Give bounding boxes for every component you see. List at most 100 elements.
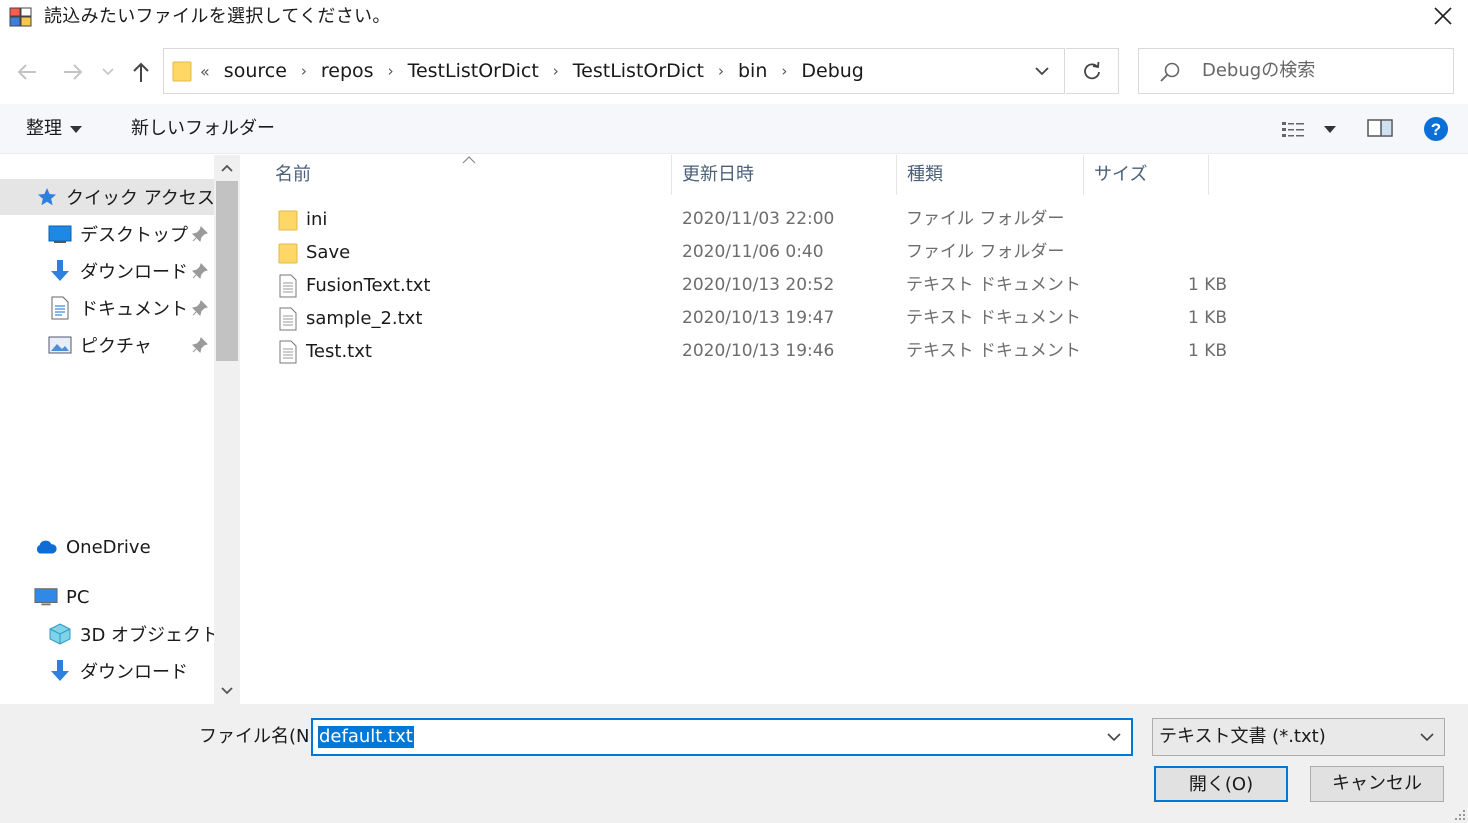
sidebar-item-quick-access[interactable]: クイック アクセス xyxy=(0,179,214,215)
app-icon xyxy=(9,7,32,27)
chevron-right-icon[interactable]: › xyxy=(781,62,787,80)
pin-icon[interactable] xyxy=(192,337,208,353)
search-input[interactable]: Debugの検索 xyxy=(1202,49,1315,93)
organize-button[interactable]: 整理 xyxy=(26,104,82,154)
sidebar-item-label: ダウンロード xyxy=(80,662,188,683)
preview-pane-button[interactable] xyxy=(1366,117,1394,141)
filename-input[interactable]: default.txt xyxy=(318,726,414,748)
sidebar-item-partial[interactable] xyxy=(48,697,188,704)
file-date: 2020/11/06 0:40 xyxy=(682,242,824,262)
file-name: FusionText.txt xyxy=(306,275,431,296)
file-type: ファイル フォルダー xyxy=(906,209,1065,229)
help-icon: ? xyxy=(1424,117,1448,141)
filename-field[interactable]: default.txt xyxy=(311,718,1133,756)
chevron-right-icon[interactable]: › xyxy=(301,62,307,80)
filename-dropdown-button[interactable] xyxy=(1099,720,1129,754)
refresh-button[interactable] xyxy=(1066,48,1119,94)
refresh-icon xyxy=(1084,61,1100,80)
preview-pane-icon xyxy=(1367,119,1393,137)
chevron-right-icon[interactable]: › xyxy=(553,62,559,80)
sidebar-item-label: OneDrive xyxy=(66,536,151,558)
address-history-dropdown[interactable] xyxy=(1020,49,1064,93)
chevron-right-icon[interactable]: › xyxy=(388,62,394,80)
sidebar-item-label: ピクチャ xyxy=(80,336,152,357)
new-folder-button[interactable]: 新しいフォルダー xyxy=(131,104,275,154)
sidebar-item-pc[interactable]: PC xyxy=(0,579,214,615)
scroll-down-button[interactable] xyxy=(214,678,240,704)
scroll-up-button[interactable] xyxy=(214,155,240,181)
breadcrumb-overflow[interactable]: « xyxy=(200,62,210,81)
resize-grip-icon[interactable] xyxy=(1454,809,1466,821)
window-title: 読込みたいファイルを選択してください。 xyxy=(44,6,391,27)
file-type: テキスト ドキュメント xyxy=(906,275,1081,295)
sidebar-item-onedrive[interactable]: OneDrive xyxy=(0,529,214,565)
close-button[interactable] xyxy=(1424,0,1462,32)
search-icon xyxy=(1160,62,1180,82)
file-type: テキスト ドキュメント xyxy=(906,341,1081,361)
forward-button[interactable] xyxy=(58,56,88,88)
sidebar-item-label: クイック アクセス xyxy=(66,188,214,209)
arrow-up-icon xyxy=(133,62,149,82)
column-header-name[interactable]: 名前 xyxy=(265,155,671,195)
sidebar-item-pictures[interactable]: ピクチャ xyxy=(0,327,214,363)
file-row[interactable]: FusionText.txt 2020/10/13 20:52 テキスト ドキュ… xyxy=(271,269,1227,302)
arrow-left-icon xyxy=(17,64,36,80)
sidebar-item-documents[interactable]: ドキュメント xyxy=(0,290,214,326)
back-button[interactable] xyxy=(12,56,42,88)
navigation-pane: クイック アクセス デスクトップ ダウンロード ドキュメント ピクチャ OneD… xyxy=(0,155,214,704)
open-button[interactable]: 開く(O) xyxy=(1154,766,1288,802)
file-name: Test.txt xyxy=(306,341,372,362)
file-row[interactable]: Save 2020/11/06 0:40 ファイル フォルダー xyxy=(271,236,1211,269)
pin-icon[interactable] xyxy=(192,263,208,279)
file-row[interactable]: Test.txt 2020/10/13 19:46 テキスト ドキュメント 1 … xyxy=(271,335,1227,368)
documents-icon xyxy=(48,296,72,320)
folder-icon xyxy=(278,243,298,264)
cancel-button[interactable]: キャンセル xyxy=(1310,766,1444,802)
breadcrumb-item-repos[interactable]: repos xyxy=(319,58,376,84)
column-header-size[interactable]: サイズ xyxy=(1084,155,1208,195)
breadcrumb-item-bin[interactable]: bin xyxy=(736,58,769,84)
sidebar-item-downloads[interactable]: ダウンロード xyxy=(0,253,214,289)
file-date: 2020/10/13 19:47 xyxy=(682,308,835,328)
folder-icon xyxy=(278,210,298,231)
recent-locations-button[interactable] xyxy=(96,56,120,88)
scroll-thumb[interactable] xyxy=(216,181,238,361)
pin-icon[interactable] xyxy=(192,300,208,316)
download-icon xyxy=(48,259,72,283)
pin-icon[interactable] xyxy=(192,226,208,242)
folder-icon xyxy=(172,61,192,82)
filetype-dropdown-button[interactable] xyxy=(1414,719,1440,755)
computer-icon xyxy=(34,585,58,609)
breadcrumb-item-testlistordict-2[interactable]: TestListOrDict xyxy=(571,58,706,84)
chevron-down-icon xyxy=(1420,732,1434,741)
search-box[interactable]: Debugの検索 xyxy=(1138,48,1454,94)
sidebar-scrollbar[interactable] xyxy=(214,155,240,704)
column-header-date[interactable]: 更新日時 xyxy=(672,155,896,195)
breadcrumb-item-debug[interactable]: Debug xyxy=(799,58,865,84)
organize-label: 整理 xyxy=(26,118,62,139)
file-row[interactable]: ini 2020/11/03 22:00 ファイル フォルダー xyxy=(271,203,1211,236)
file-date: 2020/11/03 22:00 xyxy=(682,209,835,229)
file-row[interactable]: sample_2.txt 2020/10/13 19:47 テキスト ドキュメン… xyxy=(271,302,1227,335)
text-file-icon xyxy=(279,274,297,298)
sidebar-item-desktop[interactable]: デスクトップ xyxy=(0,216,214,252)
breadcrumb-item-testlistordict[interactable]: TestListOrDict xyxy=(406,58,541,84)
breadcrumb-item-source[interactable]: source xyxy=(222,58,289,84)
chevron-right-icon[interactable]: › xyxy=(718,62,724,80)
file-size: 1 KB xyxy=(1187,341,1227,361)
file-name: Save xyxy=(306,242,351,263)
sidebar-item-label: デスクトップ xyxy=(80,225,188,246)
up-button[interactable] xyxy=(126,56,156,88)
filetype-select[interactable]: テキスト文書 (*.txt) xyxy=(1152,718,1445,756)
sidebar-item-3d-objects[interactable]: 3D オブジェクト xyxy=(0,616,214,652)
help-button[interactable]: ? xyxy=(1423,116,1449,142)
text-file-icon xyxy=(279,340,297,364)
chevron-down-icon xyxy=(1035,66,1049,75)
view-options-button[interactable] xyxy=(1280,117,1340,141)
address-bar[interactable]: « source › repos › TestListOrDict › Test… xyxy=(163,48,1065,94)
file-date: 2020/10/13 19:46 xyxy=(682,341,835,361)
sidebar-item-label: ドキュメント xyxy=(80,299,188,320)
column-divider[interactable] xyxy=(1208,155,1209,195)
sidebar-item-pc-downloads[interactable]: ダウンロード xyxy=(0,653,214,689)
column-header-type[interactable]: 種類 xyxy=(897,155,1083,195)
